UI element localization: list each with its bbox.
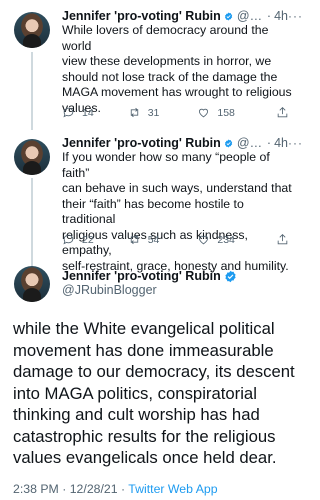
tweet-meta: 2:38 PM · 12/28/21 · Twitter Web App [13, 482, 218, 496]
tweet-1[interactable]: Jennifer 'pro-voting' Rubin @JR... · 4h … [0, 8, 309, 128]
source-app-link[interactable]: Twitter Web App [128, 482, 217, 496]
reply-icon [63, 107, 74, 118]
tweet-line: movement has done immeasurable [13, 340, 274, 360]
tweet-header: Jennifer 'pro-voting' Rubin [62, 268, 303, 284]
share-button[interactable] [276, 233, 289, 246]
share-icon [277, 107, 288, 118]
tweet-line: If you wonder how so many “people of fai… [62, 150, 270, 180]
main-tweet[interactable]: Jennifer 'pro-voting' Rubin @JRubinBlogg… [0, 266, 309, 500]
avatar[interactable] [14, 266, 50, 302]
tweet-line: while the White evangelical political [13, 319, 275, 338]
tweet-line: into MAGA politics, conspiratorial [13, 383, 257, 403]
tweet-line: their “faith” has become hostile to trad… [62, 196, 244, 227]
verified-badge-icon [224, 11, 232, 21]
retweet-button[interactable]: 31 [128, 106, 160, 119]
reply-count: 22 [82, 233, 94, 246]
like-count: 234 [217, 233, 235, 246]
tweet-line: thinking and cult worship has had [13, 405, 260, 424]
tweet-time[interactable]: 4h [274, 8, 288, 24]
tweet-line: should not lose track of the damage the [62, 69, 278, 84]
reply-button[interactable]: 22 [62, 233, 94, 246]
tweet-line: damage to our democracy, its descent [13, 362, 295, 381]
tweet-text: If you wonder how so many “people of fai… [62, 150, 299, 274]
retweet-count: 31 [147, 106, 160, 119]
tweet-line: While lovers of democracy around the wor… [62, 23, 269, 53]
tweet-actions: 14 31 158 [62, 106, 289, 119]
retweet-count: 54 [147, 233, 160, 246]
timestamp[interactable]: 2:38 PM · 12/28/21 · [13, 482, 128, 496]
tweet-header: Jennifer 'pro-voting' Rubin @JR... · 4h … [62, 8, 303, 24]
tweet-actions: 22 54 234 [62, 233, 289, 246]
retweet-icon [130, 107, 138, 118]
tweet-line: can behave in such ways, understand that [62, 181, 292, 195]
more-options-icon[interactable]: ··· [288, 135, 303, 151]
tweet-text: While lovers of democracy around the wor… [62, 23, 299, 116]
like-icon [199, 108, 209, 118]
author-name[interactable]: Jennifer 'pro-voting' Rubin [62, 135, 221, 151]
like-button[interactable]: 234 [197, 233, 235, 246]
avatar[interactable] [14, 12, 50, 48]
tweet-line: MAGA movement has wrought to religious [62, 85, 292, 99]
tweet-header: Jennifer 'pro-voting' Rubin @JR... · 4h … [62, 135, 303, 151]
tweet-line: view these developments in horror, we [62, 54, 272, 68]
tweet-2[interactable]: Jennifer 'pro-voting' Rubin @JR... · 4h … [0, 135, 309, 273]
author-handle[interactable]: @JR... [237, 135, 264, 151]
tweet-time[interactable]: 4h [274, 135, 288, 151]
avatar[interactable] [14, 139, 50, 175]
like-icon [199, 235, 209, 245]
share-button[interactable] [276, 106, 289, 119]
like-count: 158 [217, 106, 235, 119]
reply-button[interactable]: 14 [62, 106, 94, 119]
reply-icon [63, 234, 74, 245]
verified-badge-icon [224, 138, 232, 148]
author-handle[interactable]: @JRubinBlogger [62, 283, 157, 297]
retweet-icon [130, 234, 138, 245]
tweet-line: values evangelicals once held dear. [13, 448, 277, 467]
retweet-button[interactable]: 54 [128, 233, 160, 246]
reply-count: 14 [82, 106, 94, 119]
share-icon [277, 234, 288, 245]
separator-dot: · [266, 9, 272, 23]
author-name[interactable]: Jennifer 'pro-voting' Rubin [62, 268, 221, 284]
author-handle[interactable]: @JR... [237, 8, 264, 24]
more-options-icon[interactable]: ··· [288, 8, 303, 24]
tweet-line: catastrophic results for the religious [13, 426, 276, 446]
verified-badge-icon [225, 270, 236, 282]
separator-dot: · [266, 136, 272, 150]
like-button[interactable]: 158 [197, 106, 235, 119]
author-name[interactable]: Jennifer 'pro-voting' Rubin [62, 8, 221, 24]
tweet-text: while the White evangelical political mo… [13, 318, 299, 469]
